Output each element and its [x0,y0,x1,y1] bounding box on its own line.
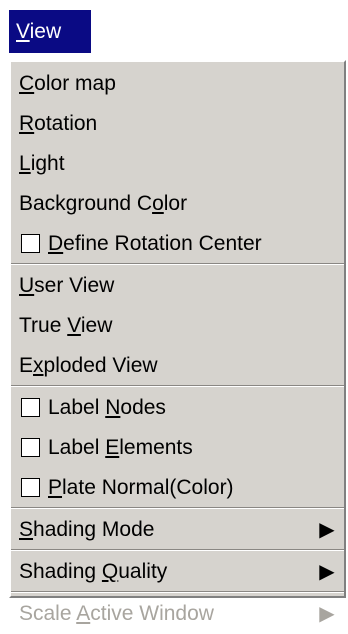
checkbox-icon[interactable] [21,398,40,417]
menu-item-user-view[interactable]: User View [11,266,344,306]
submenu-arrow-icon: ▶ [319,603,335,625]
checkbox-icon[interactable] [21,234,40,253]
view-menu: Color map Rotation Light Background Color De… [9,60,346,625]
menu-item-label: Plate Normal(Color) [48,476,234,499]
menu-item-rotation[interactable]: Rotation [11,104,344,144]
menu-item-background-color[interactable]: Background Color [11,184,344,224]
menu-item-label: Rotation [19,112,98,135]
menu-item-label: True View [19,314,113,337]
menu-item-define-rotation-center[interactable]: Define Rotation Center [11,224,344,264]
menu-item-light[interactable]: Light [11,144,344,184]
submenu-arrow-icon: ▶ [319,561,335,583]
submenu-arrow-icon: ▶ [319,519,335,541]
menu-item-label: Scale Active Window [19,602,214,625]
menu-item-label: Shading Quality [19,560,168,583]
menu-item-label: Define Rotation Center [48,232,262,255]
menu-item-label: Label Nodes [48,396,166,419]
menubar-view[interactable]: View [9,10,91,53]
menu-item-label: Background Color [19,192,188,215]
menu-item-label: Shading Mode [19,518,155,541]
menu-item-label: User View [19,274,115,297]
checkbox-icon[interactable] [21,438,40,457]
menu-item-label: Exploded View [19,354,158,377]
menu-separator [11,507,344,509]
menu-item-shading-mode[interactable]: Shading Mode ▶ [11,510,344,550]
checkbox-icon[interactable] [21,478,40,497]
menu-item-exploded-view[interactable]: Exploded View [11,346,344,386]
menu-item-label: Light [19,152,65,175]
menubar-view-label: View [16,20,62,43]
menu-item-label-elements[interactable]: Label Elements [11,428,344,468]
menu-separator [11,549,344,551]
menu-item-label: Label Elements [48,436,193,459]
menu-separator [11,385,344,387]
menu-item-shading-quality[interactable]: Shading Quality ▶ [11,552,344,592]
menu-item-scale-active-window: Scale Active Window ▶ [11,594,344,634]
menu-item-color-map[interactable]: Color map [11,64,344,104]
menu-separator [11,263,344,265]
menu-item-label: Color map [19,72,116,95]
menu-separator [11,591,344,593]
menu-item-plate-normal-color[interactable]: Plate Normal(Color) [11,468,344,508]
menu-item-label-nodes[interactable]: Label Nodes [11,388,344,428]
menu-item-true-view[interactable]: True View [11,306,344,346]
